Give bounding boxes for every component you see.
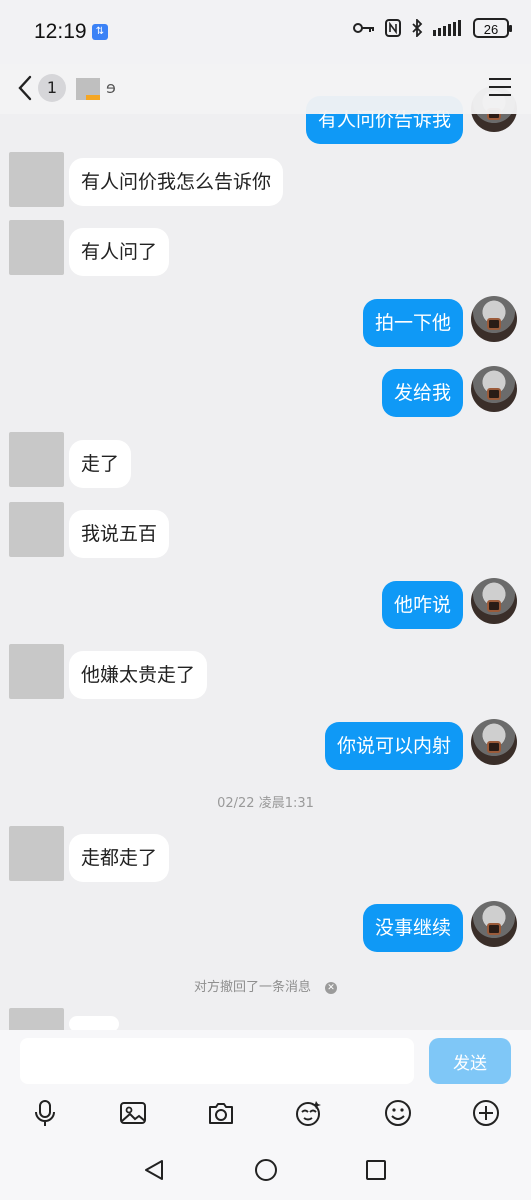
system-navigation-bar <box>0 1136 531 1200</box>
plus-icon[interactable] <box>471 1098 501 1128</box>
status-bar: 12:19 ⇅ 26 <box>0 0 531 64</box>
unread-count-badge: 1 <box>38 74 66 102</box>
contact-avatar[interactable] <box>9 152 64 207</box>
message-bubble-outgoing[interactable]: 他咋说 <box>381 581 463 629</box>
message-bubble-incoming[interactable]: 走了 <box>69 440 132 488</box>
recall-notice-text: 对方撤回了一条消息 <box>193 980 311 995</box>
message-bubble-incoming[interactable]: 我说五百 <box>69 510 170 558</box>
contact-avatar[interactable] <box>9 826 64 881</box>
my-avatar[interactable] <box>471 901 517 947</box>
menu-icon[interactable] <box>489 78 511 102</box>
composer-toolbar <box>0 1090 531 1136</box>
message-bubble-outgoing[interactable]: 拍一下他 <box>362 299 463 347</box>
contact-avatar[interactable] <box>9 432 64 487</box>
camera-icon[interactable] <box>206 1098 236 1128</box>
message-bubble-outgoing[interactable]: 你说可以内射 <box>324 722 463 770</box>
battery-indicator: 26 <box>473 18 512 38</box>
emoji-icon[interactable] <box>383 1098 413 1128</box>
status-time: 12:19 <box>34 20 87 43</box>
nav-back-icon[interactable] <box>142 1158 166 1182</box>
signal-icon <box>433 20 461 36</box>
message-bubble-incoming[interactable]: 他嫌太贵走了 <box>69 651 208 699</box>
message-bubble-outgoing[interactable]: 没事继续 <box>362 904 463 952</box>
nav-recents-icon[interactable] <box>364 1158 388 1182</box>
contact-avatar[interactable] <box>9 220 64 275</box>
contact-name-redacted <box>76 78 100 100</box>
back-arrow-icon[interactable] <box>14 74 38 102</box>
nav-home-icon[interactable] <box>254 1158 278 1182</box>
message-bubble-incoming[interactable]: 走都走了 <box>69 834 170 882</box>
key-icon <box>353 23 374 33</box>
my-avatar[interactable] <box>471 578 517 624</box>
my-avatar[interactable] <box>471 366 517 412</box>
earpiece-mode-icon: ɘ <box>106 78 116 97</box>
nfc-icon <box>385 19 401 37</box>
message-timestamp: 02/22 凌晨1:31 <box>217 796 314 811</box>
chat-header: 1 ɘ <box>0 64 531 114</box>
recall-notice: 对方撤回了一条消息 ✕ <box>0 976 531 995</box>
message-bubble-incoming[interactable]: 有人问价我怎么告诉你 <box>69 158 284 206</box>
send-button[interactable]: 发送 <box>429 1038 511 1084</box>
contact-avatar[interactable] <box>9 644 64 699</box>
data-transfer-icon: ⇅ <box>92 24 108 40</box>
contact-avatar[interactable] <box>9 502 64 557</box>
message-input[interactable] <box>20 1038 414 1084</box>
sticker-icon[interactable] <box>294 1098 324 1128</box>
my-avatar[interactable] <box>471 296 517 342</box>
message-bubble-outgoing[interactable]: 发给我 <box>381 369 463 417</box>
status-icons: 26 <box>353 18 512 38</box>
composer: 发送 <box>0 1030 531 1090</box>
message-bubble-incoming[interactable]: 有人问了 <box>69 228 170 276</box>
microphone-icon[interactable] <box>30 1098 60 1128</box>
bluetooth-icon <box>412 19 423 37</box>
dismiss-icon[interactable]: ✕ <box>325 981 337 994</box>
my-avatar[interactable] <box>471 719 517 765</box>
image-icon[interactable] <box>118 1098 148 1128</box>
